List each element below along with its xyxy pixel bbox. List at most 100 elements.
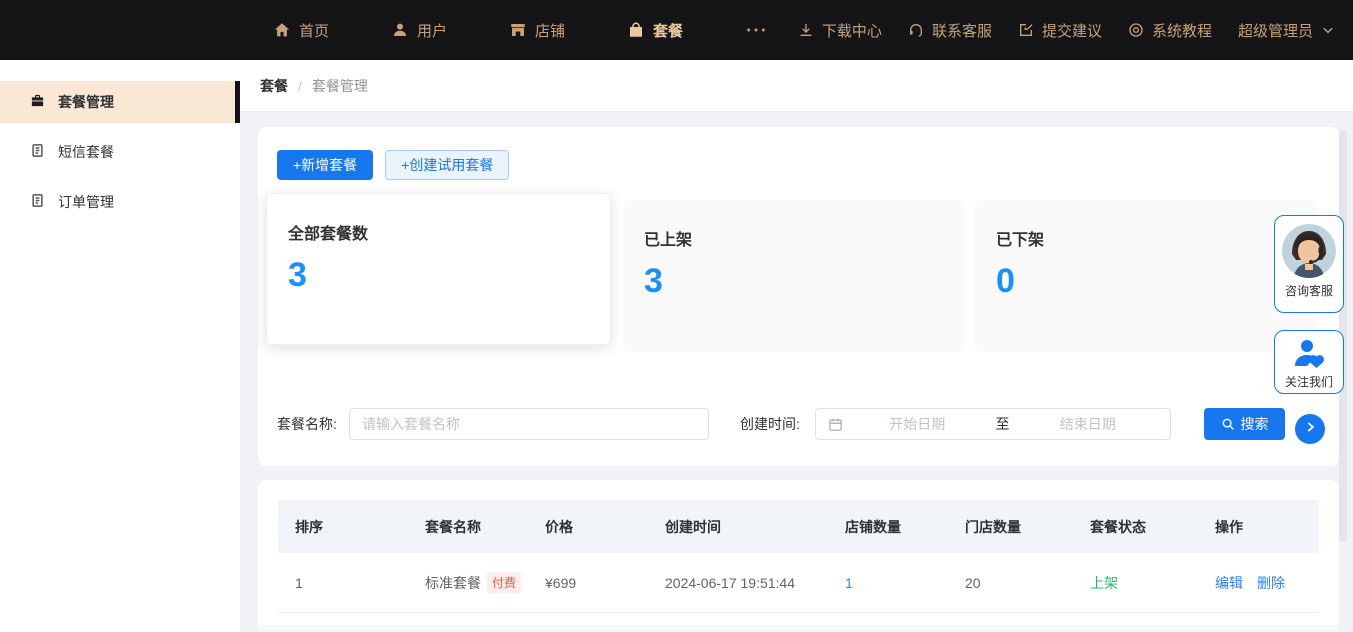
- breadcrumb-root[interactable]: 套餐: [260, 76, 288, 96]
- stat-card-on-shelf[interactable]: 已上架 3: [623, 200, 963, 352]
- column-header-name: 套餐名称: [425, 517, 545, 537]
- column-header-status: 套餐状态: [1090, 517, 1215, 537]
- bag-icon: [627, 21, 645, 39]
- nav-item-label: 套餐: [653, 20, 683, 41]
- nav-item-label: 提交建议: [1042, 20, 1102, 41]
- nav-item-system-tutorial[interactable]: 系统教程: [1128, 20, 1212, 41]
- customer-service-avatar: [1282, 224, 1336, 278]
- nav-item-label: 系统教程: [1152, 20, 1212, 41]
- table-bottom-strip: [258, 625, 1339, 632]
- home-icon: [273, 21, 291, 39]
- customer-service-widget[interactable]: 咨询客服: [1274, 215, 1344, 313]
- download-icon: [798, 22, 814, 38]
- chevron-right-icon: [1303, 420, 1317, 439]
- filter-row: 套餐名称: 创建时间: 开始日期 至 结束日期 搜索: [258, 408, 1339, 440]
- edit-square-icon: [1018, 22, 1034, 38]
- nav-item-user[interactable]: 用户: [391, 20, 447, 41]
- customer-service-label: 咨询客服: [1275, 282, 1343, 299]
- nav-item-home[interactable]: 首页: [273, 20, 329, 41]
- search-icon: [1221, 417, 1235, 431]
- package-name-label: 套餐名称:: [277, 408, 337, 440]
- column-header-sort: 排序: [295, 517, 425, 537]
- sidebar-item-package-management[interactable]: 套餐管理: [0, 81, 240, 123]
- stat-value: 3: [288, 256, 307, 295]
- main-content: +新增套餐 +创建试用套餐 全部套餐数 3 已上架 3 已下架 0 套餐名称: …: [240, 112, 1353, 632]
- package-name: 标准套餐: [425, 573, 481, 593]
- column-header-created: 创建时间: [665, 517, 845, 537]
- breadcrumb-separator: /: [298, 78, 302, 94]
- cell-package-name: 标准套餐 付费: [425, 572, 545, 593]
- top-navbar: 首页 用户 店铺 套餐 下载中心 联系客服 提交建议: [0, 0, 1353, 60]
- stat-value: 0: [996, 262, 1015, 301]
- nav-item-submit-suggestion[interactable]: 提交建议: [1018, 20, 1102, 41]
- briefcase-icon: [30, 93, 45, 111]
- calendar-icon: [828, 417, 843, 432]
- date-range-picker[interactable]: 开始日期 至 结束日期: [815, 408, 1171, 440]
- nav-item-label: 下载中心: [822, 20, 882, 41]
- delete-link[interactable]: 删除: [1257, 573, 1285, 593]
- cell-sort: 1: [295, 575, 425, 591]
- breadcrumb-current: 套餐管理: [312, 76, 368, 96]
- edit-link[interactable]: 编辑: [1215, 573, 1243, 593]
- column-header-actions: 操作: [1215, 517, 1319, 537]
- nav-right-group: 下载中心 联系客服 提交建议 系统教程 超级管理员: [798, 0, 1335, 60]
- package-name-input[interactable]: [349, 408, 709, 440]
- table-header: 排序 套餐名称 价格 创建时间 店铺数量 门店数量 套餐状态 操作: [278, 500, 1319, 553]
- follow-us-widget[interactable]: 关注我们: [1274, 330, 1344, 394]
- nav-item-contact-support[interactable]: 联系客服: [908, 20, 992, 41]
- create-time-label: 创建时间:: [740, 408, 800, 440]
- column-header-price: 价格: [545, 517, 665, 537]
- cell-actions: 编辑 删除: [1215, 573, 1319, 593]
- column-header-stores: 门店数量: [965, 517, 1090, 537]
- nav-item-label: 用户: [417, 20, 447, 41]
- sidebar-item-sms-package[interactable]: 短信套餐: [0, 131, 240, 173]
- nav-item-shop[interactable]: 店铺: [509, 20, 565, 41]
- search-button[interactable]: 搜索: [1204, 408, 1285, 440]
- sidebar: 套餐管理 短信套餐 订单管理: [0, 60, 240, 632]
- shop-count-link[interactable]: 1: [845, 575, 965, 591]
- paid-badge: 付费: [487, 572, 521, 593]
- sidebar-item-label: 套餐管理: [58, 92, 114, 112]
- shop-icon: [509, 21, 527, 39]
- headset-icon: [908, 22, 924, 38]
- document-icon: [30, 143, 45, 161]
- column-header-shops: 店铺数量: [845, 517, 965, 537]
- person-heart-icon: [1275, 338, 1343, 370]
- create-trial-package-button[interactable]: +创建试用套餐: [385, 150, 509, 180]
- tutorial-icon: [1128, 22, 1144, 38]
- table-panel: 排序 套餐名称 价格 创建时间 店铺数量 门店数量 套餐状态 操作 1 标准套餐…: [258, 480, 1339, 632]
- cell-store-count: 20: [965, 575, 1090, 591]
- follow-us-label: 关注我们: [1275, 373, 1343, 390]
- cell-created-time: 2024-06-17 19:51:44: [665, 575, 845, 591]
- more-dots-icon: [745, 21, 767, 39]
- end-date-placeholder[interactable]: 结束日期: [1018, 414, 1159, 434]
- nav-item-label: 联系客服: [932, 20, 992, 41]
- stat-label: 已下架: [996, 226, 1044, 250]
- start-date-placeholder[interactable]: 开始日期: [847, 414, 988, 434]
- table-row: 1 标准套餐 付费 ¥699 2024-06-17 19:51:44 1 20 …: [278, 553, 1319, 613]
- nav-item-label: 店铺: [535, 20, 565, 41]
- nav-item-more[interactable]: [745, 21, 767, 39]
- stat-card-off-shelf[interactable]: 已下架 0: [975, 200, 1315, 352]
- nav-left-group: 首页 用户 店铺 套餐: [273, 0, 767, 60]
- sidebar-item-label: 短信套餐: [58, 142, 114, 162]
- stat-card-total[interactable]: 全部套餐数 3: [266, 193, 611, 345]
- sidebar-item-order-management[interactable]: 订单管理: [0, 181, 240, 223]
- status-badge: 上架: [1090, 573, 1215, 593]
- stat-label: 全部套餐数: [288, 220, 368, 244]
- nav-item-label: 首页: [299, 20, 329, 41]
- account-menu[interactable]: 超级管理员: [1238, 20, 1335, 41]
- cell-price: ¥699: [545, 575, 665, 591]
- toolbar: +新增套餐 +创建试用套餐: [277, 150, 509, 180]
- expand-float-button[interactable]: [1295, 414, 1325, 444]
- chevron-down-icon: [1321, 23, 1335, 37]
- overview-panel: +新增套餐 +创建试用套餐 全部套餐数 3 已上架 3 已下架 0 套餐名称: …: [258, 127, 1339, 466]
- user-icon: [391, 21, 409, 39]
- nav-item-package[interactable]: 套餐: [627, 20, 683, 41]
- account-label: 超级管理员: [1238, 20, 1313, 41]
- add-package-button[interactable]: +新增套餐: [277, 150, 373, 180]
- range-separator: 至: [988, 414, 1018, 434]
- breadcrumb: 套餐 / 套餐管理: [240, 60, 1353, 112]
- search-button-label: 搜索: [1241, 414, 1269, 434]
- nav-item-download-center[interactable]: 下载中心: [798, 20, 882, 41]
